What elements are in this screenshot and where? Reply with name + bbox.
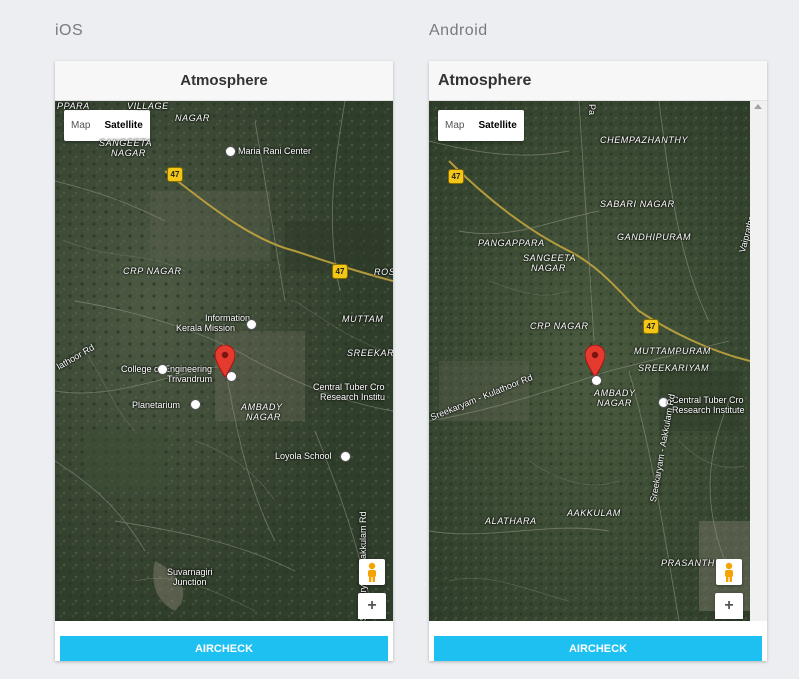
map-label: NAGAR [531,263,567,273]
school-icon [157,364,168,375]
map-label: Information [205,313,251,323]
map-label: NAGAR [597,398,633,408]
map-label: Pa [587,104,597,116]
map-label: PRASANTH [661,558,715,568]
ios-map-option[interactable]: Map [64,110,97,141]
map-label: SREEKAR [347,348,393,358]
ios-map[interactable]: Map Satellite PPARA VILLAGE NAGAR SANGEE… [55,101,393,621]
pegman-icon[interactable] [359,559,385,585]
map-label: Research Institu [320,392,386,402]
poi-icon [190,399,201,410]
map-label: VILLAGE [127,101,169,111]
map-label: Kerala Mission [176,323,236,333]
map-label: MUTTAMPURAM [634,346,711,356]
map-label: CRP NAGAR [530,321,589,331]
android-satellite-option[interactable]: Satellite [471,110,523,141]
map-label: NAGAR [111,148,147,158]
map-label: ROS [374,267,393,277]
road-shield: 47 [332,264,348,279]
map-label: SREEKARIYAM [638,363,710,373]
map-label: AMBADY [594,388,636,398]
map-label: AMBADY [241,402,283,412]
map-label: SANGEETA [99,138,153,148]
map-label: Maria Rani Center [238,146,312,156]
map-label: Central Tuber Cro [672,395,744,405]
map-label: CRP NAGAR [123,266,182,276]
ios-map-type-toggle: Map Satellite [64,110,150,141]
location-pin-icon[interactable] [585,345,605,377]
map-label: GANDHIPURAM [617,232,692,242]
zoom-in-button[interactable]: + [358,593,386,619]
android-map-scrollbar[interactable] [750,101,767,621]
map-label: NAGAR [246,412,282,422]
school-icon [591,375,602,386]
pegman-icon[interactable] [716,559,742,585]
ios-platform-label: iOS [55,22,84,39]
ios-header: Atmosphere [55,61,393,101]
road-shield: 47 [643,319,659,334]
scroll-up-arrow-icon[interactable] [754,104,762,109]
ios-footer: AIRCHECK [55,621,393,661]
map-label: CHEMPAZHANTHY [600,135,689,145]
road-shield: 47 [448,169,464,184]
map-label: Planetarium [132,400,181,410]
church-icon [225,146,236,157]
map-label: SANGEETA [523,253,577,263]
android-map-option[interactable]: Map [438,110,471,141]
map-label: PANGAPPARA [478,238,545,248]
map-label: ALATHARA [485,516,537,526]
ios-preview-panel: Atmosphere Map Satellite PPARA VILLAGE N… [55,61,393,661]
map-label: AAKKULAM [567,508,621,518]
ios-header-title: Atmosphere [180,72,268,89]
map-label: SABARI NAGAR [600,199,675,209]
ios-aircheck-button[interactable]: AIRCHECK [60,636,388,661]
android-header-title: Atmosphere [438,71,532,89]
android-aircheck-button[interactable]: AIRCHECK [434,636,762,661]
android-preview-panel: Atmosphere Map Satellite Pa CHEMPAZHANTH… [429,61,767,661]
android-map-type-toggle: Map Satellite [438,110,524,141]
zoom-in-button[interactable]: + [715,593,743,619]
poi-icon [246,319,257,330]
android-header: Atmosphere [429,61,767,101]
map-label: Trivandrum [167,374,213,384]
android-platform-label: Android [429,22,488,39]
map-label: Central Tuber Cro [313,382,385,392]
map-label: Research Institute [672,405,745,415]
map-label: NAGAR [175,113,211,123]
map-label: MUTTAM [342,314,384,324]
school-icon [340,451,351,462]
map-label: Loyola School [275,451,332,461]
location-pin-icon[interactable] [215,345,235,377]
road-shield: 47 [167,167,183,182]
map-label: Junction [173,577,207,587]
android-map[interactable]: Map Satellite Pa CHEMPAZHANTHY 47 SABARI… [429,101,750,621]
android-footer: AIRCHECK [429,621,767,661]
map-label: Suvarnagiri [167,567,213,577]
map-label: PPARA [57,101,90,111]
ios-satellite-option[interactable]: Satellite [97,110,149,141]
